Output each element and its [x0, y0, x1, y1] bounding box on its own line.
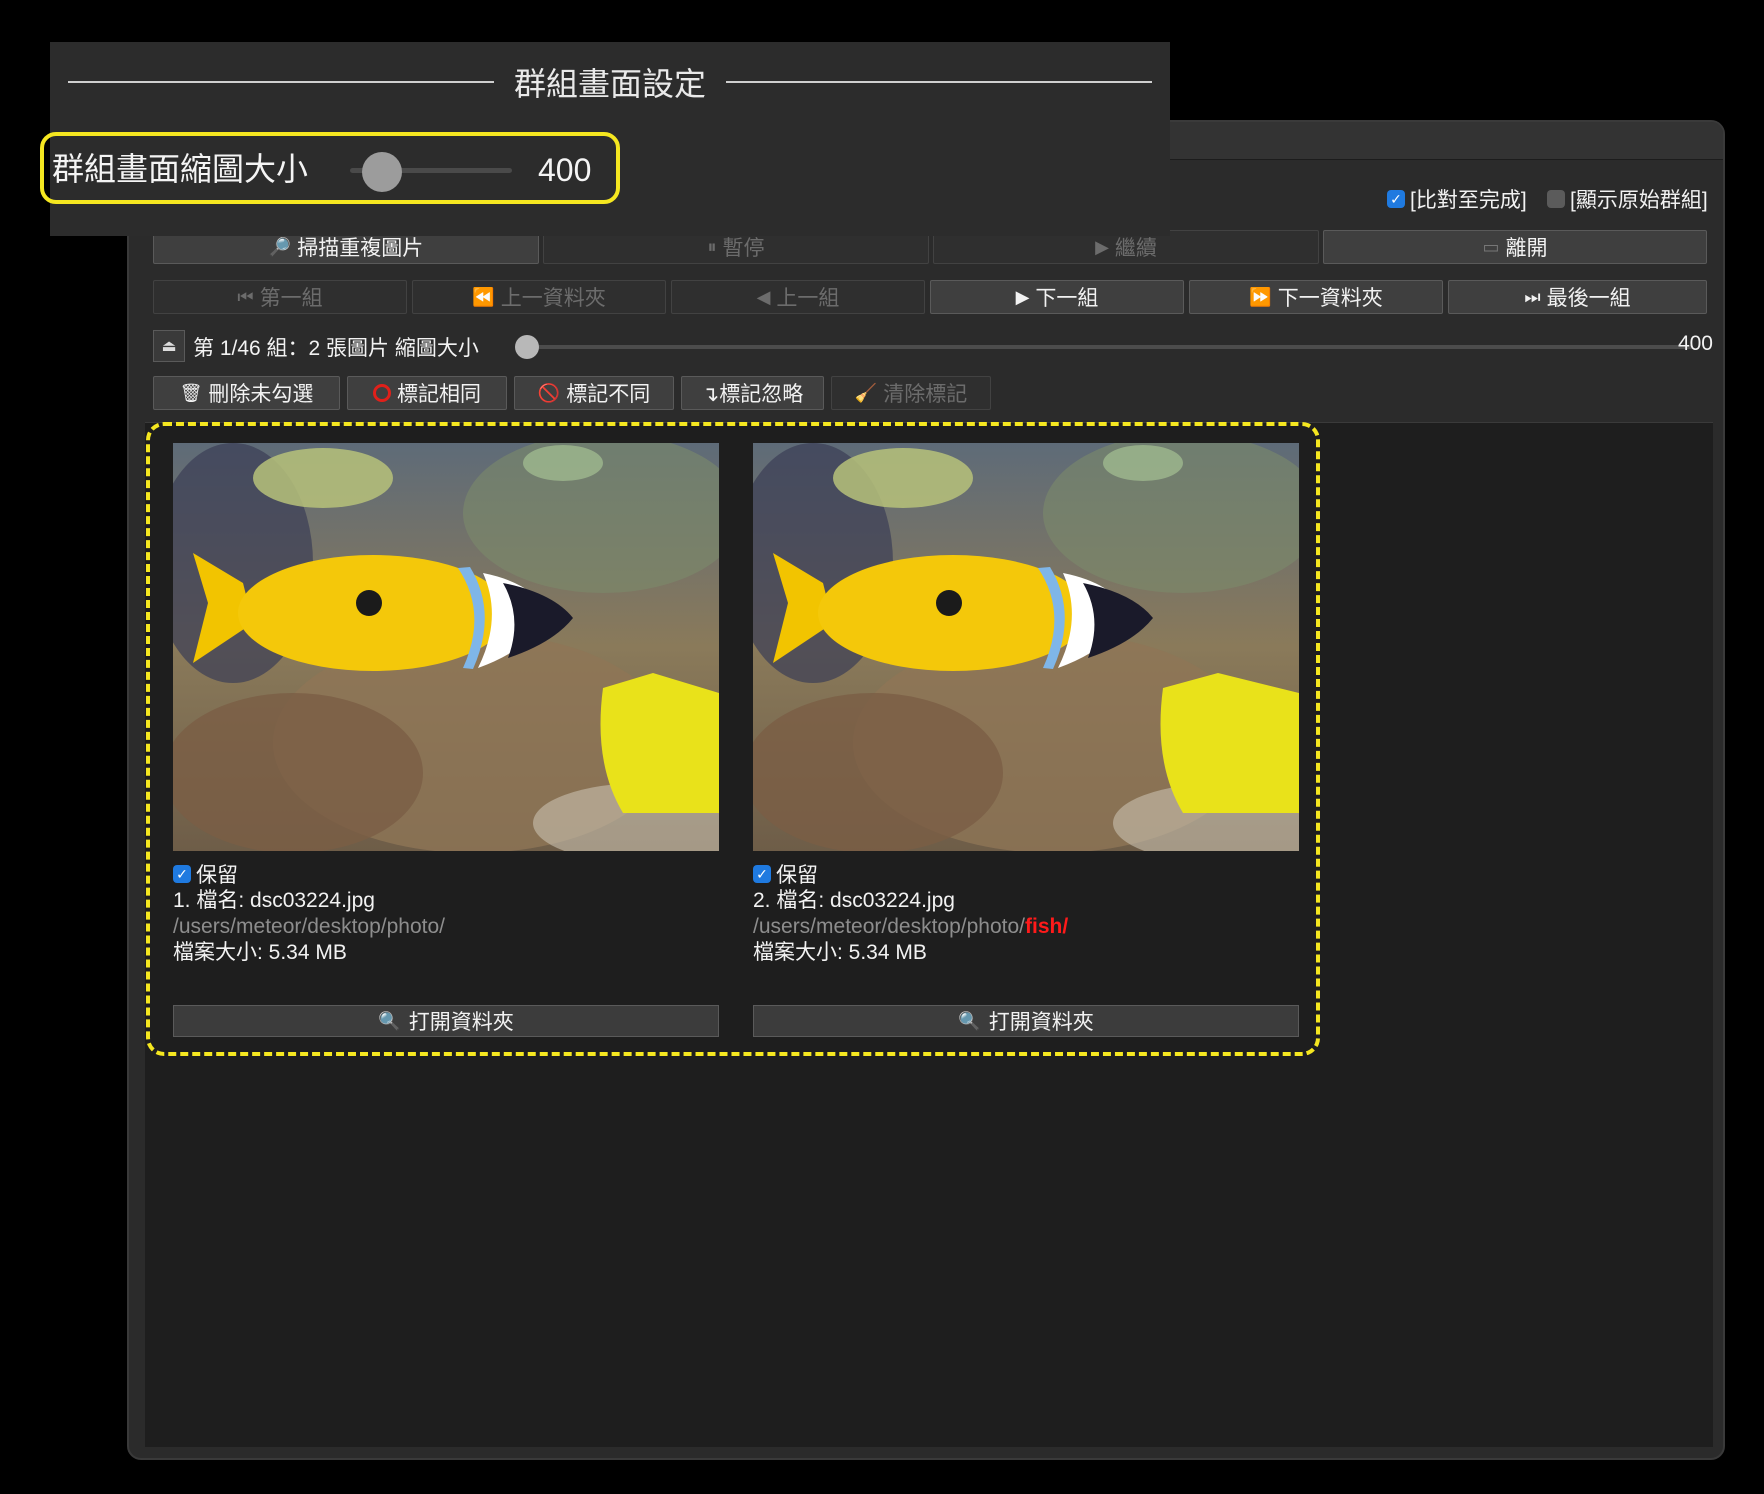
clear-marks-button[interactable]: 🧹 清除標記: [831, 376, 991, 410]
file-name: 1. 檔名: dsc03224.jpg: [173, 889, 375, 912]
compare-to-finish-checkbox[interactable]: ✓: [1387, 190, 1405, 208]
show-original-group-option[interactable]: ✓ [顯示原始群組]: [1547, 184, 1708, 214]
rewind-icon: ⏪: [472, 286, 495, 307]
group-view-settings-panel: 群組畫面設定 群組畫面縮圖大小 400: [40, 42, 1170, 236]
trash-icon: 🗑: [179, 382, 203, 403]
settings-title: 群組畫面設定: [514, 66, 707, 102]
file-name: 2. 檔名: dsc03224.jpg: [753, 889, 955, 912]
keep-checkbox[interactable]: ✓: [753, 865, 771, 883]
file-path-diff: fish/: [1025, 915, 1069, 938]
mark-ignore-button[interactable]: ↴標記忽略: [681, 376, 824, 410]
thumbnail-size-setting-knob[interactable]: [362, 152, 403, 192]
keep-label: 保留: [776, 864, 818, 887]
thumbnail-size-setting-value: 400: [538, 152, 592, 188]
last-group-label: 最後一組: [1546, 287, 1631, 310]
thumbnail-size-value: 400: [1677, 332, 1713, 355]
skip-last-icon: ⏭: [1524, 286, 1541, 307]
keep-checkbox-row[interactable]: ✓ 保留: [173, 861, 719, 887]
pause-label: 暫停: [722, 237, 765, 260]
mark-ignore-label: ↴標記忽略: [701, 383, 804, 406]
thumbnail-size-setting-label: 群組畫面縮圖大小: [52, 151, 309, 187]
mark-same-label: 標記相同: [397, 383, 481, 406]
file-path: /users/meteor/desktop/photo/fish/: [753, 914, 1299, 939]
file-path: /users/meteor/desktop/photo/: [173, 914, 719, 939]
group-status-bar: ⏏ 第 1/46 組：2 張圖片 縮圖大小 400: [153, 328, 1717, 364]
group-content-area: ✓ 保留 1. 檔名: dsc03224.jpg /users/meteor/d…: [145, 422, 1713, 1447]
title-divider-left: [68, 81, 494, 83]
mark-different-label: 標記不同: [566, 383, 651, 406]
circle-icon: [373, 384, 391, 402]
photo-thumbnail[interactable]: [173, 443, 719, 851]
photo-thumbnail[interactable]: [753, 443, 1299, 851]
previous-folder-button[interactable]: ⏪ 上一資料夾: [412, 280, 666, 314]
first-group-button[interactable]: ⏮ 第一組: [153, 280, 407, 314]
broom-icon: 🧹: [854, 382, 878, 403]
file-size: 檔案大小: 5.34 MB: [753, 941, 927, 964]
next-folder-label: 下一資料夾: [1277, 287, 1383, 310]
compare-to-finish-option[interactable]: ✓ [比對至完成]: [1387, 184, 1527, 214]
file-size: 檔案大小: 5.34 MB: [173, 941, 347, 964]
skip-first-icon: ⏮: [237, 286, 254, 307]
keep-checkbox-row[interactable]: ✓ 保留: [753, 861, 1299, 887]
delete-unchecked-label: 刪除未勾選: [208, 383, 314, 406]
clear-marks-label: 清除標記: [883, 383, 968, 406]
settings-title-row: 群組畫面設定: [68, 60, 1153, 104]
magnifier-icon: 🔎: [268, 236, 292, 257]
mark-same-button[interactable]: 標記相同: [347, 376, 507, 410]
open-folder-label: 打開資料夾: [408, 1011, 514, 1034]
photo-card: ✓ 保留 2. 檔名: dsc03224.jpg /users/meteor/d…: [753, 443, 1299, 1037]
pause-icon: ⏸: [707, 236, 717, 257]
title-divider-right: [726, 81, 1153, 83]
delete-unchecked-button[interactable]: 🗑 刪除未勾選: [153, 376, 340, 410]
open-folder-label: 打開資料夾: [988, 1011, 1094, 1034]
prohibited-icon: 🚫: [537, 382, 561, 403]
group-status-text: 第 1/46 組：2 張圖片 縮圖大小: [193, 337, 479, 360]
resume-label: 繼續: [1114, 237, 1157, 260]
next-group-label: 下一組: [1035, 287, 1099, 310]
triangle-left-icon: ◀: [756, 286, 771, 307]
file-path-base: /users/meteor/desktop/photo/: [173, 915, 445, 938]
file-path-base: /users/meteor/desktop/photo/: [753, 915, 1025, 938]
previous-folder-label: 上一資料夾: [500, 287, 606, 310]
play-icon: ▶: [1095, 236, 1109, 257]
show-original-group-checkbox[interactable]: ✓: [1547, 190, 1565, 208]
first-group-label: 第一組: [259, 287, 323, 310]
next-folder-button[interactable]: ⏩ 下一資料夾: [1189, 280, 1443, 314]
open-folder-button[interactable]: 🔍 打開資料夾: [173, 1005, 719, 1037]
compare-to-finish-label: [比對至完成]: [1410, 189, 1527, 212]
keep-label: 保留: [196, 864, 238, 887]
keep-checkbox[interactable]: ✓: [173, 865, 191, 883]
photo-card: ✓ 保留 1. 檔名: dsc03224.jpg /users/meteor/d…: [173, 443, 719, 1037]
previous-group-button[interactable]: ◀ 上一組: [671, 280, 925, 314]
last-group-button[interactable]: ⏭ 最後一組: [1448, 280, 1707, 314]
main-window: ✓ [比對至完成] ✓ [顯示原始群組] 🔎 掃描重複圖片 ⏸ 暫停 ▶ 繼續 …: [127, 120, 1725, 1460]
exit-label: 離開: [1505, 237, 1548, 260]
previous-group-label: 上一組: [776, 287, 840, 310]
magnifier-icon: 🔍: [958, 1010, 981, 1031]
exit-button[interactable]: ▭ 離開: [1323, 230, 1707, 264]
triangle-right-icon: ▶: [1015, 286, 1030, 307]
eject-icon[interactable]: ⏏: [153, 330, 185, 362]
thumbnail-size-slider-knob[interactable]: [515, 335, 539, 359]
mark-different-button[interactable]: 🚫 標記不同: [514, 376, 674, 410]
open-folder-button[interactable]: 🔍 打開資料夾: [753, 1005, 1299, 1037]
thumbnail-size-slider-track[interactable]: [533, 345, 1693, 349]
fast-forward-icon: ⏩: [1249, 286, 1272, 307]
exit-icon: ▭: [1482, 236, 1500, 257]
next-group-button[interactable]: ▶ 下一組: [930, 280, 1184, 314]
magnifier-icon: 🔍: [378, 1010, 401, 1031]
scan-duplicates-label: 掃描重複圖片: [297, 237, 424, 260]
show-original-group-label: [顯示原始群組]: [1570, 189, 1708, 212]
